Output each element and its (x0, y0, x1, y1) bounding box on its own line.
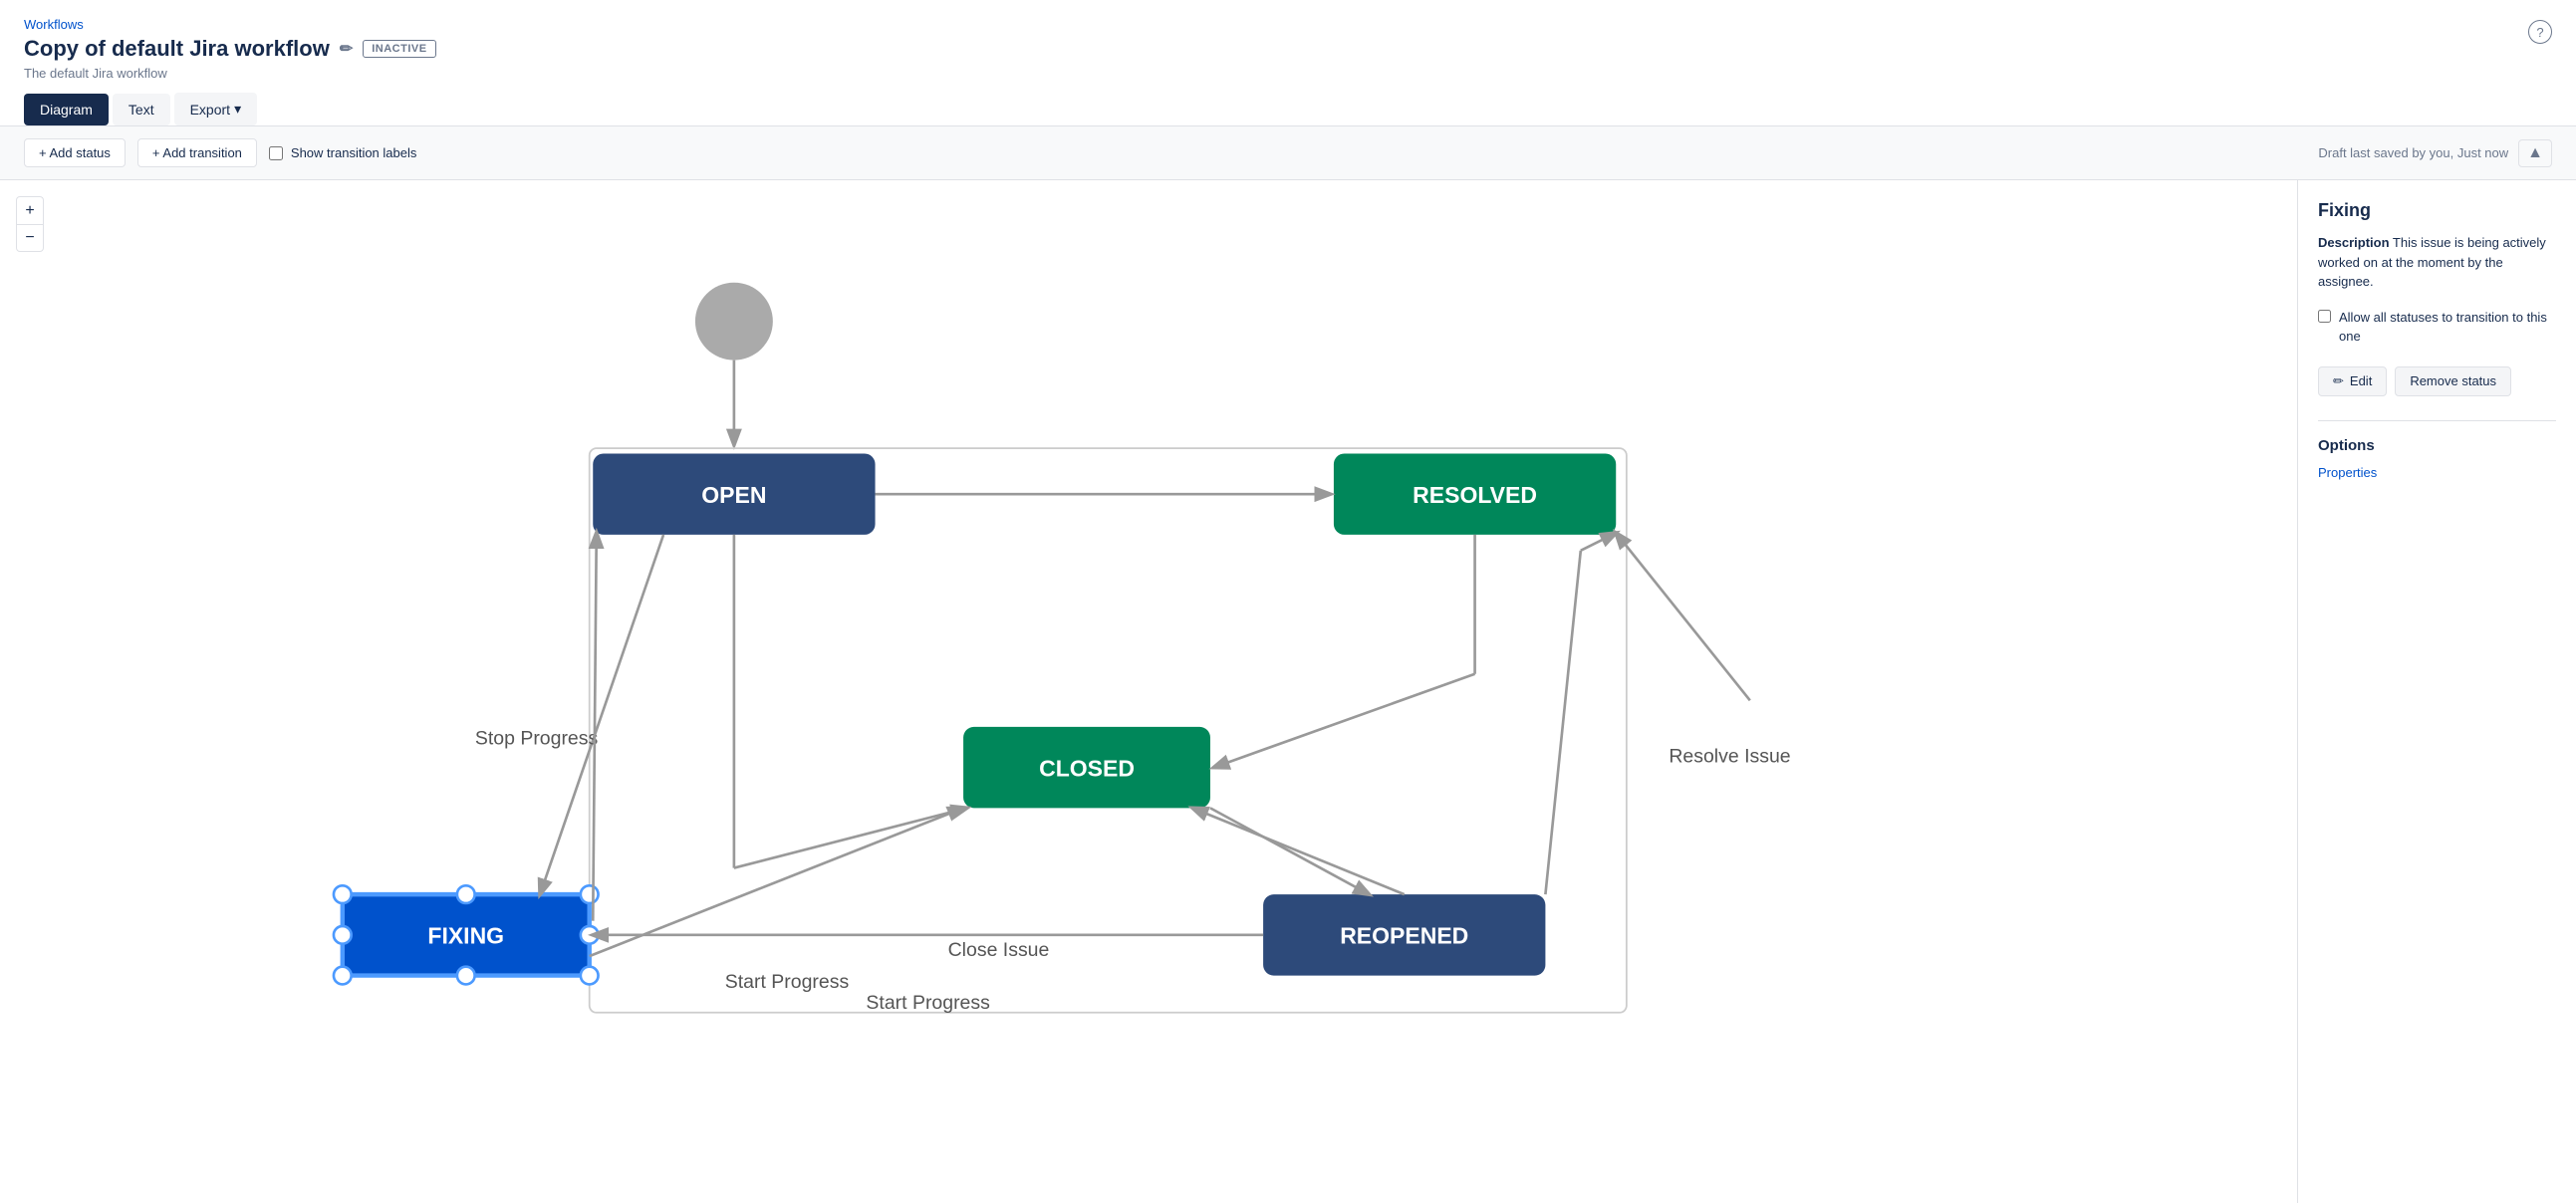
close-issue-label: Close Issue (948, 939, 1050, 961)
right-panel: Fixing Description This issue is being a… (2297, 180, 2576, 1203)
page-header: Workflows Copy of default Jira workflow … (0, 0, 2576, 125)
panel-actions: ✏ Edit Remove status (2318, 366, 2556, 396)
main-area: + − OPEN RESOLVED (0, 180, 2576, 1203)
remove-status-button[interactable]: Remove status (2395, 366, 2511, 396)
panel-title: Fixing (2318, 200, 2556, 221)
stop-progress-label: Stop Progress (475, 728, 599, 750)
show-transition-labels-checkbox[interactable] (269, 146, 283, 160)
start-progress-right-label: Start Progress (866, 992, 990, 1014)
options-title: Options (2318, 437, 2556, 454)
tabs-bar: Diagram Text Export ▾ (24, 93, 2552, 125)
page-container: Workflows Copy of default Jira workflow … (0, 0, 2576, 1203)
tab-diagram[interactable]: Diagram (24, 94, 109, 125)
status-badge: INACTIVE (363, 40, 435, 58)
fixing-label: FIXING (427, 923, 504, 949)
diagram-area[interactable]: + − OPEN RESOLVED (0, 180, 2297, 1203)
start-node (695, 283, 773, 361)
show-transition-labels-label[interactable]: Show transition labels (269, 145, 416, 160)
help-icon[interactable]: ? (2528, 20, 2552, 44)
zoom-out-button[interactable]: − (16, 224, 44, 252)
closed-label: CLOSED (1039, 755, 1135, 781)
collapse-button[interactable]: ▲ (2518, 139, 2552, 167)
toolbar-right: Draft last saved by you, Just now ▲ (2318, 139, 2552, 167)
reopened-label: REOPENED (1340, 923, 1468, 949)
show-transition-labels-text: Show transition labels (291, 145, 416, 160)
allow-all-text: Allow all statuses to transition to this… (2339, 308, 2556, 347)
open-label: OPEN (701, 482, 766, 508)
page-title: Copy of default Jira workflow (24, 36, 330, 62)
edit-title-icon[interactable]: ✏ (340, 39, 353, 59)
zoom-in-button[interactable]: + (16, 196, 44, 224)
draft-status-text: Draft last saved by you, Just now (2318, 145, 2508, 160)
page-subtitle: The default Jira workflow (24, 66, 2552, 81)
resolved-label: RESOLVED (1413, 482, 1537, 508)
toolbar: + Add status + Add transition Show trans… (0, 125, 2576, 180)
add-status-button[interactable]: + Add status (24, 138, 126, 167)
workflow-diagram: OPEN RESOLVED CLOSED FIXI (0, 180, 2297, 1203)
description-label: Description (2318, 235, 2390, 250)
page-title-row: Copy of default Jira workflow ✏ INACTIVE (24, 36, 2552, 62)
allow-all-checkbox[interactable] (2318, 310, 2331, 323)
edit-button[interactable]: ✏ Edit (2318, 366, 2387, 396)
panel-divider (2318, 420, 2556, 421)
start-progress-left-label: Start Progress (725, 971, 850, 993)
add-transition-button[interactable]: + Add transition (137, 138, 257, 167)
properties-link[interactable]: Properties (2318, 465, 2377, 480)
allow-all-container: Allow all statuses to transition to this… (2318, 308, 2556, 347)
chevron-down-icon: ▾ (234, 101, 241, 118)
resolve-issue-label: Resolve Issue (1669, 745, 1790, 767)
tab-text[interactable]: Text (113, 94, 170, 125)
breadcrumb[interactable]: Workflows (24, 17, 84, 32)
zoom-controls: + − (16, 196, 44, 252)
panel-description: Description This issue is being actively… (2318, 233, 2556, 292)
tab-export[interactable]: Export ▾ (174, 93, 258, 125)
pencil-icon: ✏ (2333, 373, 2344, 389)
